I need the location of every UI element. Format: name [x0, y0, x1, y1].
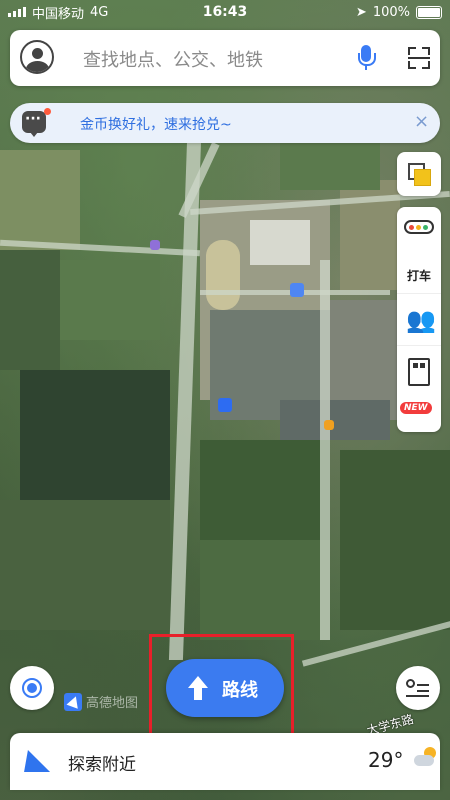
map-patch [60, 260, 160, 340]
list-icon [406, 679, 430, 697]
map-patch [20, 370, 170, 500]
status-right: ➤ 100% [356, 5, 442, 20]
temperature: 29° [368, 748, 404, 772]
list-button[interactable] [396, 666, 440, 710]
mic-icon[interactable] [358, 45, 376, 71]
map-logo: 高德地图 [64, 692, 138, 711]
bus-button[interactable]: NEW [397, 345, 441, 433]
map-patch [250, 220, 310, 265]
map-poi-marker[interactable] [290, 283, 304, 297]
map-patch [200, 440, 330, 540]
avatar-icon[interactable] [20, 40, 54, 74]
promo-banner[interactable]: 金币换好礼，速来抢兑~ × [10, 103, 440, 143]
map-patch [206, 240, 240, 310]
message-icon [22, 111, 46, 137]
map-patch [280, 140, 380, 190]
map-poi-marker[interactable] [324, 420, 334, 430]
taxi-button[interactable]: 打车 [397, 207, 441, 293]
map-patch [0, 500, 170, 630]
location-arrow-icon: ➤ [355, 4, 367, 20]
locate-icon [22, 678, 42, 698]
highlight-box [149, 634, 294, 738]
search-bar[interactable]: 查找地点、公交、地铁 [10, 30, 440, 86]
layers-icon [408, 163, 431, 186]
taxi-label: 打车 [406, 269, 431, 283]
map-patch [0, 250, 60, 370]
close-icon[interactable]: × [414, 111, 429, 132]
search-input[interactable]: 查找地点、公交、地铁 [83, 46, 263, 72]
taxi-icon [404, 220, 434, 234]
bus-icon [408, 358, 430, 386]
scan-icon[interactable] [408, 47, 430, 69]
map-patch [200, 540, 330, 640]
layers-button[interactable] [397, 152, 441, 196]
battery-percent: 100% [372, 4, 410, 20]
map-poi-marker[interactable] [150, 240, 160, 250]
send-icon [24, 750, 54, 774]
amap-logo-icon [64, 692, 82, 711]
nearby-label[interactable]: 探索附近 [68, 750, 136, 775]
locate-button[interactable] [10, 666, 54, 710]
right-toolbar: 打车 👥 NEW [397, 207, 441, 432]
promo-text[interactable]: 金币换好礼，速来抢兑~ [80, 114, 232, 134]
map-patch [340, 450, 450, 630]
new-badge: NEW [400, 402, 432, 414]
notification-dot [44, 108, 51, 115]
status-bar: 中国移动 4G 16:43 ➤ 100% [0, 0, 450, 24]
map-patch [280, 400, 390, 440]
map-patch [0, 150, 80, 250]
battery-icon [416, 5, 442, 19]
logo-text: 高德地图 [86, 696, 139, 711]
bottom-bar[interactable]: 探索附近 29° [10, 733, 440, 790]
walk-icon: 👥 [406, 306, 436, 334]
road [320, 260, 330, 640]
map-poi-marker[interactable] [218, 398, 232, 412]
partly-sunny-icon [414, 747, 438, 771]
walk-button[interactable]: 👥 [397, 293, 441, 346]
